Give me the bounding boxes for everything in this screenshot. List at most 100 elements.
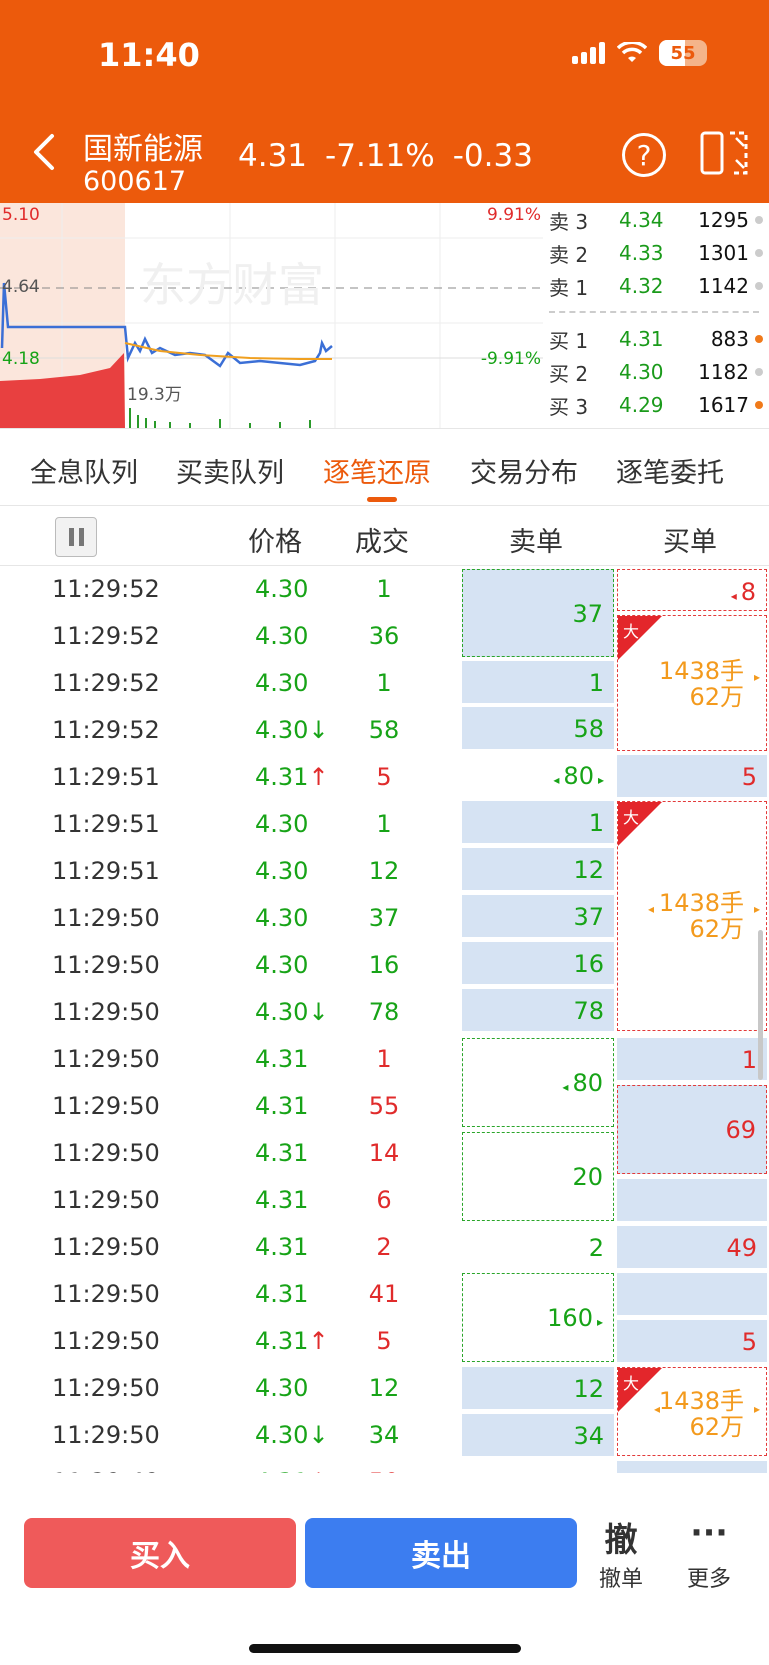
trade-time: 11:29:50 xyxy=(52,1280,160,1308)
buy-button[interactable]: 买入 xyxy=(24,1518,296,1588)
trade-price: 4.31 xyxy=(255,1280,309,1308)
trade-time: 11:29:50 xyxy=(52,1045,160,1073)
table-row: 11:29:50 4.30 16 xyxy=(0,942,769,989)
trade-volume: 58 xyxy=(368,716,400,744)
trade-volume: 16 xyxy=(368,951,400,979)
bid-row: 买 2 4.30 1182 xyxy=(549,357,767,387)
tab-trade-distribution[interactable]: 交易分布 xyxy=(470,451,578,490)
active-tab-indicator xyxy=(367,497,397,502)
trade-time: 11:29:50 xyxy=(52,998,160,1026)
tab-tick-orders[interactable]: 逐笔委托 xyxy=(616,451,724,490)
trade-price: 4.31 xyxy=(255,1233,309,1261)
trade-time: 11:29:50 xyxy=(52,951,160,979)
header-volume: 成交 xyxy=(355,527,409,558)
table-row: 11:29:50 4.31 41 xyxy=(0,1271,769,1318)
table-row: 11:29:50 4.30 37 xyxy=(0,895,769,942)
intraday-chart[interactable]: 东方财富 5.10 4.64 4.18 9.91% -9.91% 19.3万 xyxy=(0,203,543,428)
signal-icon xyxy=(572,42,605,64)
trade-price: 4.30↓ xyxy=(255,998,329,1026)
tab-bar: 全息队列 买卖队列 逐笔还原 交易分布 逐笔委托 xyxy=(0,428,769,506)
ask-row: 卖 3 4.34 1295 xyxy=(549,205,767,235)
trade-price: 4.31 xyxy=(255,1092,309,1120)
stock-quote: 4.31 -7.11% -0.33 xyxy=(238,138,533,174)
chart-down-limit-label: -9.91% xyxy=(480,349,541,369)
table-row: 11:29:494.31↑50 xyxy=(0,1459,769,1473)
trade-price: 4.30↓ xyxy=(255,1421,329,1449)
trade-volume: 12 xyxy=(368,1374,400,1402)
trade-time: 11:29:50 xyxy=(52,1374,160,1402)
orderbook-divider xyxy=(549,311,759,313)
table-row: 11:29:51 4.30 12 xyxy=(0,848,769,895)
trade-price: 4.30 xyxy=(255,669,309,697)
trade-time: 11:29:50 xyxy=(52,1139,160,1167)
table-row: 11:29:52 4.30 1 xyxy=(0,566,769,613)
table-row: 11:29:52 4.30↓ 58 xyxy=(0,707,769,754)
tab-bid-ask-queue[interactable]: 买卖队列 xyxy=(176,451,284,490)
trade-volume: 12 xyxy=(368,857,400,885)
trade-volume: 1 xyxy=(376,669,392,697)
trade-price: 4.30 xyxy=(255,810,309,838)
table-row: 11:29:52 4.30 1 xyxy=(0,660,769,707)
table-row: 11:29:51 4.30 1 xyxy=(0,801,769,848)
header-sell-orders: 卖单 xyxy=(509,527,563,558)
scrollbar[interactable] xyxy=(758,930,763,1080)
help-icon[interactable]: ? xyxy=(622,133,666,177)
trade-time: 11:29:52 xyxy=(52,716,160,744)
table-row: 11:29:50 4.31 2 xyxy=(0,1224,769,1271)
more-label: 更多 xyxy=(686,1567,731,1592)
trade-time: 11:29:51 xyxy=(52,763,160,791)
layout-switch-icon[interactable] xyxy=(700,130,750,176)
table-row: 11:29:50 4.31 1 xyxy=(0,1036,769,1083)
trade-time: 11:29:50 xyxy=(52,1092,160,1120)
wifi-icon xyxy=(617,42,647,62)
trade-price: 4.30 xyxy=(255,1374,309,1402)
trade-time: 11:29:50 xyxy=(52,904,160,932)
bottom-action-bar: 买入 卖出 撤 撤单 ··· 更多 xyxy=(0,1473,769,1665)
trade-price: 4.30 xyxy=(255,951,309,979)
table-header: 价格 成交 卖单 买单 xyxy=(0,506,769,566)
trade-time: 11:29:52 xyxy=(52,669,160,697)
trade-price: 4.30 xyxy=(255,622,309,650)
trade-time: 11:29:52 xyxy=(52,575,160,603)
table-row: 11:29:50 4.31 14 xyxy=(0,1130,769,1177)
trade-time: 11:29:50 xyxy=(52,1233,160,1261)
trade-volume: 1 xyxy=(376,810,392,838)
app-header: 11:40 55 国新能源 600617 4.31 -7.11% -0.33 ? xyxy=(0,0,769,203)
tick-list[interactable]: 37 1 58 ◂ 80 ▸ 1 12 37 16 78 ◂ 80 20 2 160 ▸… xyxy=(0,566,769,1473)
home-indicator xyxy=(249,1644,521,1653)
order-book[interactable]: 卖 3 4.34 1295 卖 2 4.33 1301 卖 1 4.32 1142 买 14… xyxy=(543,203,769,428)
trade-time: 11:29:50 xyxy=(52,1186,160,1214)
trade-time: 11:29:51 xyxy=(52,810,160,838)
table-row: 11:29:52 4.30 36 xyxy=(0,613,769,660)
tab-full-queue[interactable]: 全息队列 xyxy=(30,451,138,490)
trade-price: 4.31↑ xyxy=(255,763,329,791)
trade-time: 11:29:50 xyxy=(52,1327,160,1355)
back-icon[interactable] xyxy=(30,132,58,172)
trade-price: 4.30 xyxy=(255,857,309,885)
svg-text:东方财富: 东方财富 xyxy=(140,259,324,311)
trade-price: 4.30 xyxy=(255,904,309,932)
trade-volume: 1 xyxy=(376,1045,392,1073)
trade-price: 4.31 xyxy=(255,1186,309,1214)
cancel-icon: 撤 xyxy=(604,1520,638,1559)
trade-price: 4.30↓ xyxy=(255,716,329,744)
trade-volume: 1 xyxy=(376,575,392,603)
cancel-order-button[interactable]: 撤 撤单 xyxy=(581,1513,661,1593)
chart-up-limit-label: 9.91% xyxy=(486,205,541,225)
status-icons: 55 xyxy=(572,40,707,66)
status-time: 11:40 xyxy=(98,36,200,74)
cancel-label: 撤单 xyxy=(598,1567,643,1592)
table-row: 11:29:50 4.30 12 xyxy=(0,1365,769,1412)
trade-volume: 55 xyxy=(368,1092,400,1120)
battery-icon: 55 xyxy=(659,40,707,66)
stock-price: 4.31 xyxy=(238,138,308,174)
tab-tick-restore[interactable]: 逐笔还原 xyxy=(323,451,431,490)
trade-volume: 14 xyxy=(368,1139,400,1167)
trade-volume: 6 xyxy=(376,1186,392,1214)
sell-button[interactable]: 卖出 xyxy=(305,1518,577,1588)
stock-name: 国新能源 xyxy=(83,132,203,167)
stock-change: -0.33 xyxy=(452,138,533,174)
more-button[interactable]: ··· 更多 xyxy=(669,1513,749,1593)
pause-button[interactable] xyxy=(55,517,97,557)
chart-low-label: 4.18 xyxy=(2,349,40,369)
